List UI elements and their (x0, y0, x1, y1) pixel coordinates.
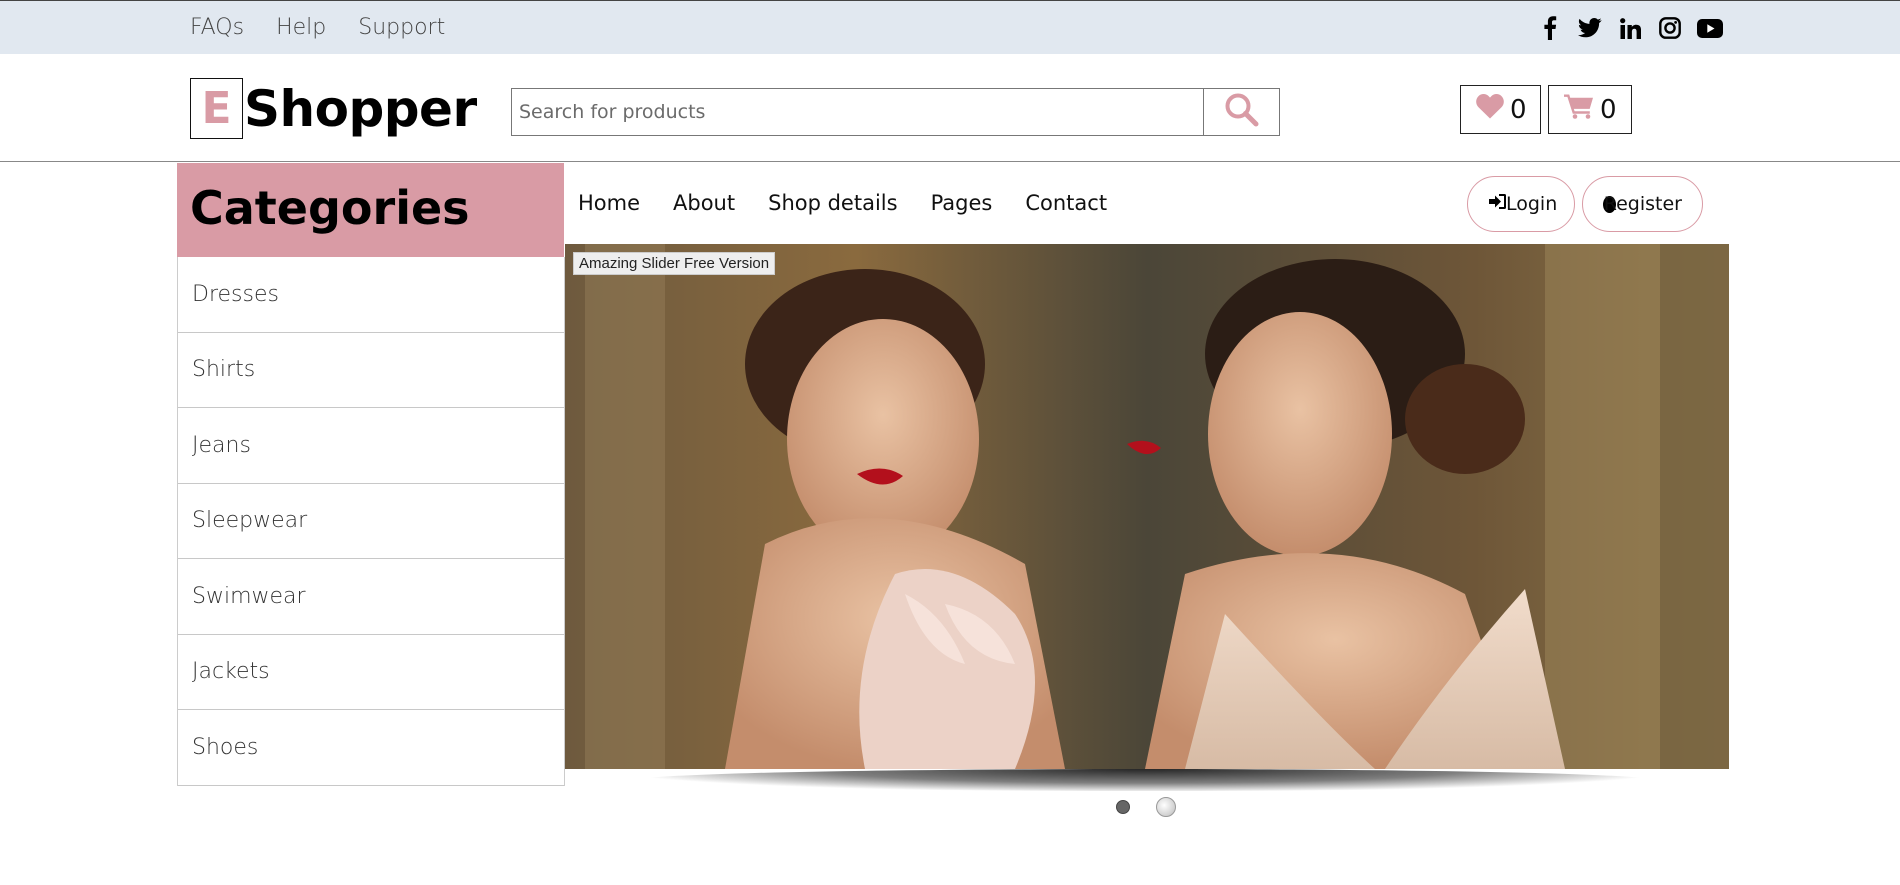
nav-item-contact[interactable]: Contact (1025, 191, 1107, 215)
logo-letter: E (190, 78, 243, 139)
search-bar (511, 88, 1280, 136)
wishlist-count: 0 (1510, 94, 1527, 125)
wishlist-button[interactable]: 0 (1460, 85, 1541, 134)
linkedin-icon[interactable] (1617, 15, 1643, 41)
main-nav: Home About Shop details Pages Contact (578, 191, 1107, 215)
categories-list: Dresses Shirts Jeans Sleepwear Swimwear … (177, 257, 565, 786)
heart-icon (1476, 93, 1504, 126)
hero-slider[interactable] (565, 244, 1729, 769)
login-button[interactable]: Login (1467, 176, 1575, 232)
categories-title: Categories (190, 181, 470, 235)
youtube-icon[interactable] (1697, 15, 1723, 41)
auth-buttons: Login Register (1467, 176, 1703, 232)
logo-text: Shopper (244, 79, 477, 138)
search-button[interactable] (1204, 88, 1280, 136)
category-item-shirts[interactable]: Shirts (178, 333, 564, 408)
nav-item-about[interactable]: About (673, 191, 735, 215)
category-item-swimwear[interactable]: Swimwear (178, 559, 564, 635)
sign-in-icon (1489, 193, 1506, 215)
slider-dot-1[interactable] (1116, 800, 1130, 814)
facebook-icon[interactable] (1537, 15, 1563, 41)
slider-dot-2[interactable] (1156, 797, 1176, 817)
category-item-shoes[interactable]: Shoes (178, 710, 564, 786)
support-link[interactable]: Support (358, 15, 445, 40)
shopping-cart-icon (1564, 93, 1594, 126)
category-item-sleepwear[interactable]: Sleepwear (178, 484, 564, 559)
nav-item-home[interactable]: Home (578, 191, 640, 215)
search-input[interactable] (511, 88, 1204, 136)
site-header: E Shopper 0 0 (0, 54, 1900, 162)
help-link[interactable]: Help (276, 15, 326, 40)
register-label: Register (1603, 193, 1682, 215)
site-logo[interactable]: E Shopper (190, 78, 477, 139)
header-counters: 0 0 (1460, 85, 1632, 134)
nav-item-pages[interactable]: Pages (931, 191, 993, 215)
social-links (1537, 15, 1723, 41)
categories-header[interactable]: Categories (177, 163, 564, 257)
top-links: FAQs Help Support (190, 15, 445, 40)
top-bar: FAQs Help Support (0, 0, 1900, 54)
category-item-jackets[interactable]: Jackets (178, 635, 564, 710)
faqs-link[interactable]: FAQs (190, 15, 244, 40)
twitter-icon[interactable] (1577, 15, 1603, 41)
slider-watermark[interactable]: Amazing Slider Free Version (573, 252, 776, 275)
category-item-jeans[interactable]: Jeans (178, 408, 564, 484)
slider-shadow (640, 769, 1650, 791)
slider-pagination (1116, 797, 1176, 817)
login-label: Login (1506, 193, 1558, 215)
nav-item-shop-details[interactable]: Shop details (768, 191, 897, 215)
cart-button[interactable]: 0 (1548, 85, 1632, 134)
instagram-icon[interactable] (1657, 15, 1683, 41)
register-button[interactable]: Register (1582, 176, 1703, 232)
search-icon (1224, 92, 1260, 132)
cart-count: 0 (1600, 94, 1617, 125)
slide-image (565, 244, 1729, 769)
category-item-dresses[interactable]: Dresses (178, 257, 564, 333)
